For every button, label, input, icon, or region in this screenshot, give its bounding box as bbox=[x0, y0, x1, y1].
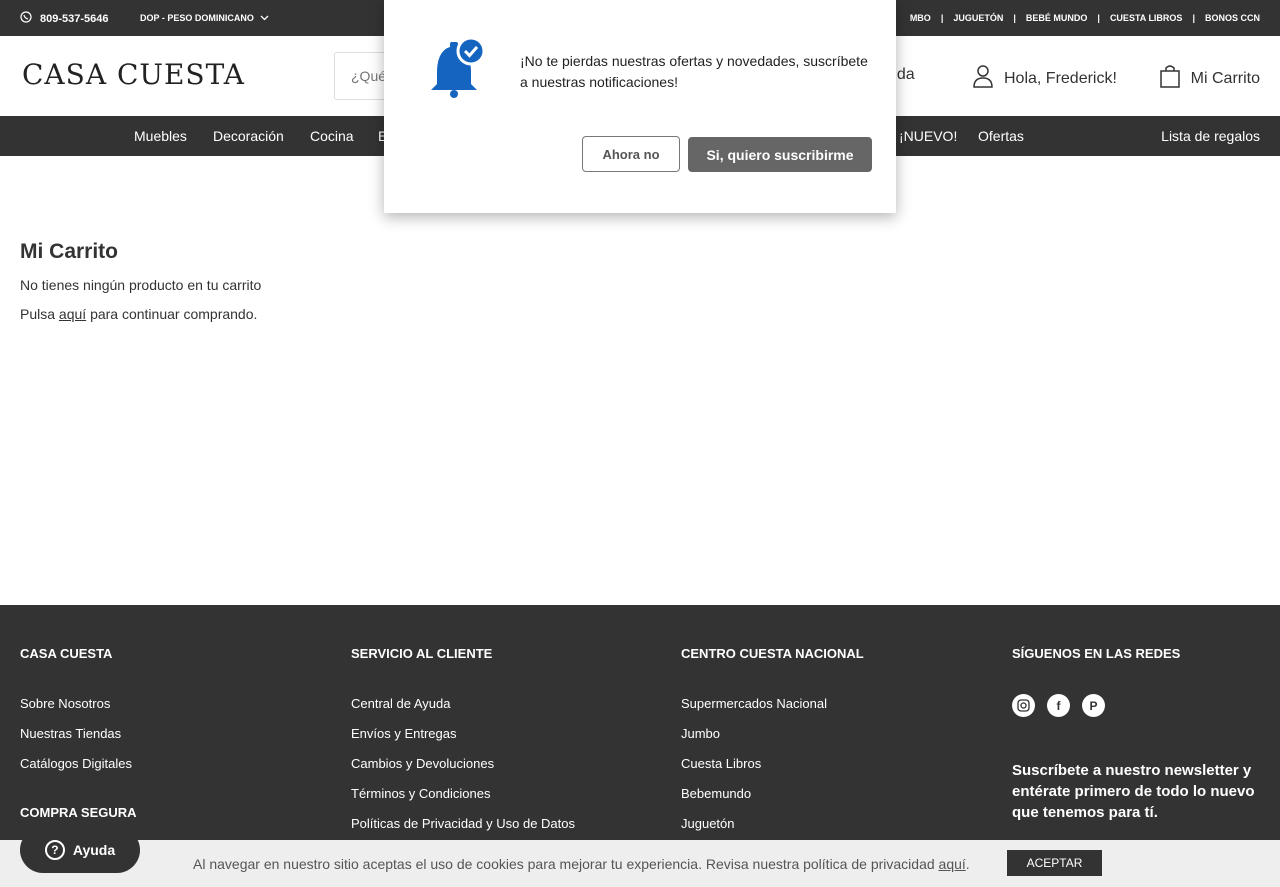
brand-links: MBO | JUGUETÓN | BEBÉ MUNDO | CUESTA LIB… bbox=[910, 13, 1260, 23]
phone-contact[interactable]: 809-537-5646 bbox=[20, 11, 109, 26]
divider: | bbox=[940, 13, 944, 23]
cookie-banner: Al navegar en nuestro sitio aceptas el u… bbox=[0, 840, 1280, 887]
footer-link[interactable]: Jumbo bbox=[681, 726, 1001, 756]
decline-button[interactable]: Ahora no bbox=[582, 136, 680, 172]
whatsapp-icon bbox=[20, 11, 32, 26]
phone-number: 809-537-5646 bbox=[40, 12, 109, 25]
chevron-down-icon bbox=[260, 13, 269, 23]
continue-prefix: Pulsa bbox=[20, 306, 56, 322]
currency-label: DOP - PESO DOMINICANO bbox=[140, 13, 254, 23]
brand-link-bebemundo[interactable]: BEBÉ MUNDO bbox=[1026, 13, 1088, 23]
cookie-message: Al navegar en nuestro sitio aceptas el u… bbox=[193, 856, 935, 872]
footer-link[interactable]: Bebemundo bbox=[681, 786, 1001, 816]
gift-registry-link[interactable]: Lista de regalos bbox=[1161, 128, 1260, 144]
footer-col-centro-cuesta: CENTRO CUESTA NACIONAL Supermercados Nac… bbox=[681, 646, 864, 831]
accept-cookies-button[interactable]: ACEPTAR bbox=[1007, 850, 1102, 876]
footer-heading: CASA CUESTA bbox=[20, 646, 113, 661]
help-widget-button[interactable]: ? Ayuda bbox=[20, 827, 140, 873]
user-icon bbox=[972, 64, 994, 93]
question-icon: ? bbox=[44, 840, 65, 860]
shopping-bag-icon bbox=[1159, 64, 1181, 93]
notification-modal: ¡No te pierdas nuestras ofertas y noveda… bbox=[384, 0, 896, 213]
footer-link[interactable]: Sobre Nosotros bbox=[20, 696, 340, 726]
nav-item-decoracion[interactable]: Decoración bbox=[213, 128, 284, 144]
continue-shopping-link[interactable]: aquí bbox=[59, 306, 86, 322]
footer-heading: SERVICIO AL CLIENTE bbox=[351, 646, 493, 661]
nav-item-nuevo[interactable]: ¡NUEVO! bbox=[899, 128, 957, 144]
facebook-icon[interactable]: f bbox=[1047, 694, 1070, 717]
divider: | bbox=[1097, 13, 1100, 23]
page-title: Mi Carrito bbox=[20, 240, 119, 263]
footer-col-casa-cuesta: CASA CUESTA Sobre Nosotros Nuestras Tien… bbox=[20, 646, 137, 820]
continue-shopping-text: Pulsa aquí para continuar comprando. bbox=[20, 306, 257, 322]
nav-item-cocina[interactable]: Cocina bbox=[310, 128, 354, 144]
footer-heading: SÍGUENOS EN LAS REDES bbox=[1012, 646, 1181, 661]
privacy-policy-link[interactable]: aquí bbox=[939, 856, 966, 872]
newsletter-text: Suscríbete a nuestro newsletter y entéra… bbox=[1012, 762, 1255, 821]
footer-link[interactable]: Cuesta Libros bbox=[681, 756, 1001, 786]
cart-link[interactable]: Mi Carrito bbox=[1159, 64, 1260, 93]
nav-item-muebles[interactable]: Muebles bbox=[134, 128, 187, 144]
divider: | bbox=[1192, 13, 1195, 23]
brand-link-bonos-ccn[interactable]: BONOS CCN bbox=[1205, 13, 1260, 23]
footer-link[interactable]: Catálogos Digitales bbox=[20, 756, 340, 786]
social-links: f P bbox=[1012, 694, 1105, 717]
footer-col-social: SÍGUENOS EN LAS REDES f P Suscríbete a n… bbox=[1012, 646, 1255, 821]
logo[interactable]: CASA CUESTA bbox=[22, 58, 245, 91]
continue-suffix: para continuar comprando. bbox=[90, 306, 258, 322]
user-account[interactable]: Hola, Frederick! bbox=[972, 64, 1117, 93]
footer-link[interactable]: Supermercados Nacional bbox=[681, 696, 1001, 726]
brand-link-cuesta-libros[interactable]: CUESTA LIBROS bbox=[1110, 13, 1183, 23]
footer-heading: CENTRO CUESTA NACIONAL bbox=[681, 646, 864, 661]
footer-col-servicio: SERVICIO AL CLIENTE Central de Ayuda Env… bbox=[351, 646, 575, 831]
notification-message: ¡No te pierdas nuestras ofertas y noveda… bbox=[520, 53, 868, 90]
currency-selector[interactable]: DOP - PESO DOMINICANO bbox=[140, 13, 269, 23]
footer-link[interactable]: Envíos y Entregas bbox=[351, 726, 671, 756]
footer-link[interactable]: Nuestras Tiendas bbox=[20, 726, 340, 756]
empty-cart-message: No tienes ningún producto en tu carrito bbox=[20, 277, 262, 293]
divider: | bbox=[1013, 13, 1016, 23]
footer-link[interactable]: Términos y Condiciones bbox=[351, 786, 671, 816]
cart-label: Mi Carrito bbox=[1190, 69, 1260, 87]
help-widget-label: Ayuda bbox=[72, 842, 116, 858]
footer-link[interactable]: Cambios y Devoluciones bbox=[351, 756, 671, 786]
brand-link-jugueton[interactable]: JUGUETÓN bbox=[953, 13, 1003, 23]
nav-item-ofertas[interactable]: Ofertas bbox=[978, 128, 1024, 144]
pinterest-icon[interactable]: P bbox=[1082, 694, 1105, 717]
instagram-icon[interactable] bbox=[1012, 694, 1035, 717]
subscribe-button[interactable]: Si, quiero suscribirme bbox=[688, 137, 872, 172]
footer-link[interactable]: Central de Ayuda bbox=[351, 696, 671, 726]
brand-link-jumbo[interactable]: MBO bbox=[910, 13, 931, 23]
user-greeting: Hola, Frederick! bbox=[1004, 69, 1117, 87]
footer-subheading: COMPRA SEGURA bbox=[20, 805, 137, 820]
cookie-text: Al navegar en nuestro sitio aceptas el u… bbox=[193, 856, 970, 872]
bell-notification-icon bbox=[428, 36, 488, 111]
